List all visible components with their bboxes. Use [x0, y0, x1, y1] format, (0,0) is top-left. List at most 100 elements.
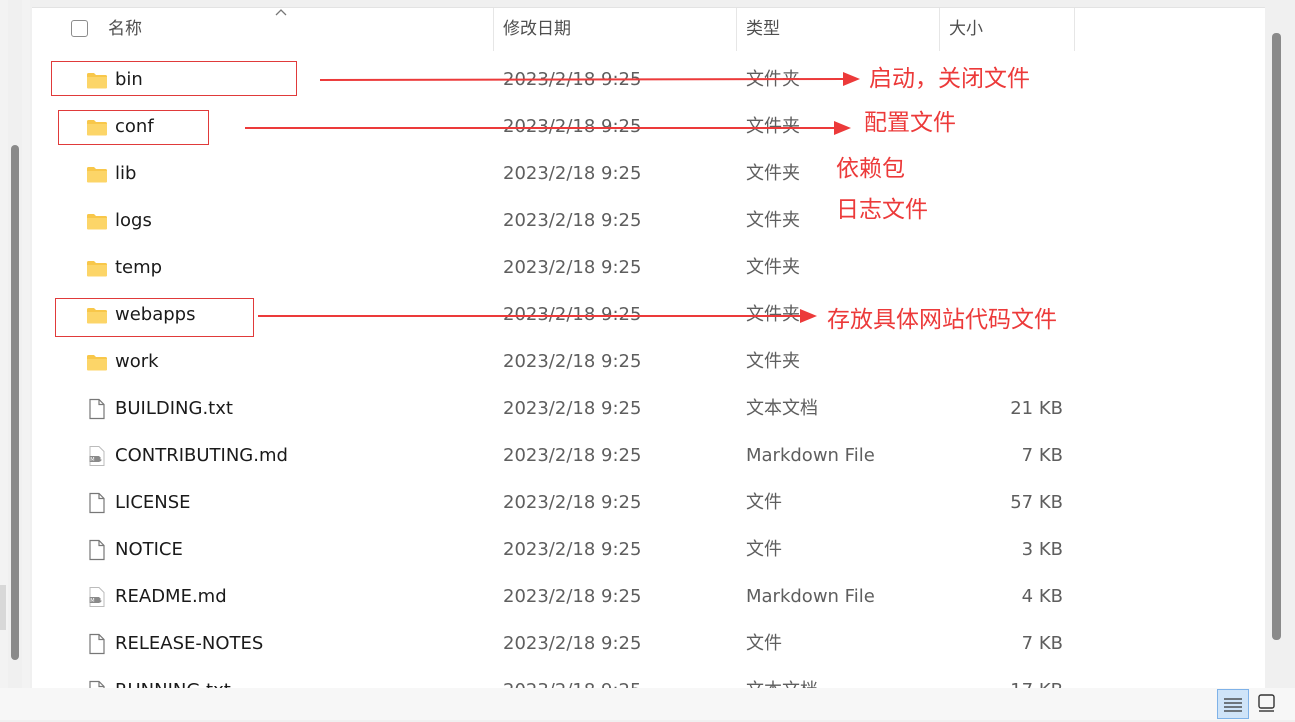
file-row-work[interactable]: work 2023/2/18 9:25 文件夹 [32, 339, 1265, 386]
file-size: 21 KB [1010, 398, 1063, 419]
file-size: 7 KB [1021, 633, 1063, 654]
file-type: Markdown File [746, 445, 875, 466]
file-size [940, 104, 1063, 151]
file-name: logs [115, 210, 152, 231]
file-size [940, 339, 1063, 386]
annotation-lib: 依赖包 [836, 156, 905, 182]
modified-date: 2023/2/18 9:25 [503, 210, 642, 231]
column-header-type-label: 类型 [746, 19, 780, 39]
file-type: 文件 [746, 492, 782, 513]
file-type: 文本文档 [746, 398, 818, 419]
file-type: 文件夹 [746, 351, 800, 372]
file-type: 文件夹 [746, 69, 800, 90]
column-header-type[interactable]: 类型 [737, 8, 940, 51]
markdown-file-icon: M [89, 446, 105, 466]
annotation-box-conf [58, 110, 209, 145]
modified-date: 2023/2/18 9:25 [503, 69, 642, 90]
file-size: 3 KB [1021, 539, 1063, 560]
file-type: 文件 [746, 633, 782, 654]
file-name: temp [115, 257, 163, 278]
file-size [940, 198, 1063, 245]
file-size: 17 KB [940, 668, 1063, 689]
file-icon [89, 633, 105, 655]
annotation-logs: 日志文件 [836, 197, 928, 223]
modified-date: 2023/2/18 9:25 [503, 668, 641, 689]
details-view-button[interactable] [1217, 689, 1249, 719]
file-size [940, 245, 1063, 292]
file-type: 文件 [746, 539, 782, 560]
file-list-pane: 名称 修改日期 类型 大小 bin 2023/2/18 9:25 文件夹 conf 20… [32, 7, 1265, 689]
file-type: 文本文档 [746, 668, 818, 689]
file-size: 4 KB [1021, 586, 1063, 607]
file-row-release-notes[interactable]: RELEASE-NOTES 2023/2/18 9:25 文件 7 KB [32, 621, 1265, 668]
file-size: 7 KB [1021, 445, 1063, 466]
modified-date: 2023/2/18 9:25 [503, 257, 642, 278]
modified-date: 2023/2/18 9:25 [503, 398, 642, 419]
modified-date: 2023/2/18 9:25 [503, 539, 642, 560]
file-size: 57 KB [1010, 492, 1063, 513]
file-row-readme-md[interactable]: M README.md 2023/2/18 9:25 Markdown File 4 K… [32, 574, 1265, 621]
file-row-building-txt[interactable]: BUILDING.txt 2023/2/18 9:25 文本文档 21 KB [32, 386, 1265, 433]
file-row-notice[interactable]: NOTICE 2023/2/18 9:25 文件 3 KB [32, 527, 1265, 574]
file-name: BUILDING.txt [115, 398, 233, 419]
modified-date: 2023/2/18 9:25 [503, 586, 642, 607]
navigation-scrollbar-thumb[interactable] [11, 145, 19, 660]
navigation-pane-selection-strip [0, 585, 6, 630]
annotation-webapps: 存放具体网站代码文件 [827, 307, 1057, 333]
file-row-contributing-md[interactable]: M CONTRIBUTING.md 2023/2/18 9:25 Markdown F… [32, 433, 1265, 480]
annotation-box-bin [51, 61, 297, 96]
file-row-license[interactable]: LICENSE 2023/2/18 9:25 文件 57 KB [32, 480, 1265, 527]
file-name: RELEASE-NOTES [115, 633, 264, 654]
file-icon [89, 492, 105, 514]
annotation-box-webapps [55, 298, 254, 337]
file-name: work [115, 351, 159, 372]
svg-text:M: M [90, 457, 94, 463]
folder-icon [87, 214, 107, 230]
column-header-name-label: 名称 [108, 19, 142, 39]
file-row-conf[interactable]: conf 2023/2/18 9:25 文件夹 [32, 104, 1265, 151]
folder-icon [87, 167, 107, 183]
modified-date: 2023/2/18 9:25 [503, 304, 642, 325]
file-type: 文件夹 [746, 257, 800, 278]
file-name: LICENSE [115, 492, 191, 513]
select-all-checkbox[interactable] [71, 20, 88, 37]
file-row-logs[interactable]: logs 2023/2/18 9:25 文件夹 [32, 198, 1265, 245]
sort-ascending-icon [275, 9, 287, 16]
large-icons-view-button[interactable] [1251, 689, 1283, 719]
details-view-icon [1224, 698, 1242, 712]
file-size [940, 151, 1063, 198]
annotation-bin: 启动，关闭文件 [869, 66, 1030, 92]
file-type: 文件夹 [746, 116, 800, 137]
markdown-file-icon: M [89, 587, 105, 607]
large-icons-view-icon [1258, 694, 1275, 712]
modified-date: 2023/2/18 9:25 [503, 116, 642, 137]
file-name: lib [115, 163, 137, 184]
file-icon [89, 539, 105, 561]
file-name: RUNNING.txt [115, 668, 231, 689]
column-header-row: 名称 修改日期 类型 大小 [32, 8, 1265, 51]
file-row-running-txt[interactable]: RUNNING.txt 2023/2/18 9:25 文本文档 17 KB [32, 668, 1265, 689]
file-name: CONTRIBUTING.md [115, 445, 288, 466]
file-name: NOTICE [115, 539, 183, 560]
file-list-scrollbar-thumb[interactable] [1272, 33, 1281, 640]
text-file-icon [89, 398, 105, 420]
file-type: Markdown File [746, 586, 875, 607]
modified-date: 2023/2/18 9:25 [503, 351, 642, 372]
file-type: 文件夹 [746, 210, 800, 231]
annotation-conf: 配置文件 [864, 110, 956, 136]
column-header-size-label: 大小 [949, 19, 983, 39]
column-header-name[interactable]: 名称 [32, 8, 494, 51]
folder-icon [87, 355, 107, 371]
column-header-size[interactable]: 大小 [940, 8, 1075, 51]
column-header-date[interactable]: 修改日期 [494, 8, 737, 51]
modified-date: 2023/2/18 9:25 [503, 163, 642, 184]
column-header-date-label: 修改日期 [503, 19, 571, 39]
status-bar [0, 688, 1295, 720]
modified-date: 2023/2/18 9:25 [503, 633, 642, 654]
file-name: README.md [115, 586, 227, 607]
modified-date: 2023/2/18 9:25 [503, 492, 642, 513]
svg-text:M: M [90, 598, 94, 604]
file-row-temp[interactable]: temp 2023/2/18 9:25 文件夹 [32, 245, 1265, 292]
file-type: 文件夹 [746, 163, 800, 184]
file-row-lib[interactable]: lib 2023/2/18 9:25 文件夹 [32, 151, 1265, 198]
